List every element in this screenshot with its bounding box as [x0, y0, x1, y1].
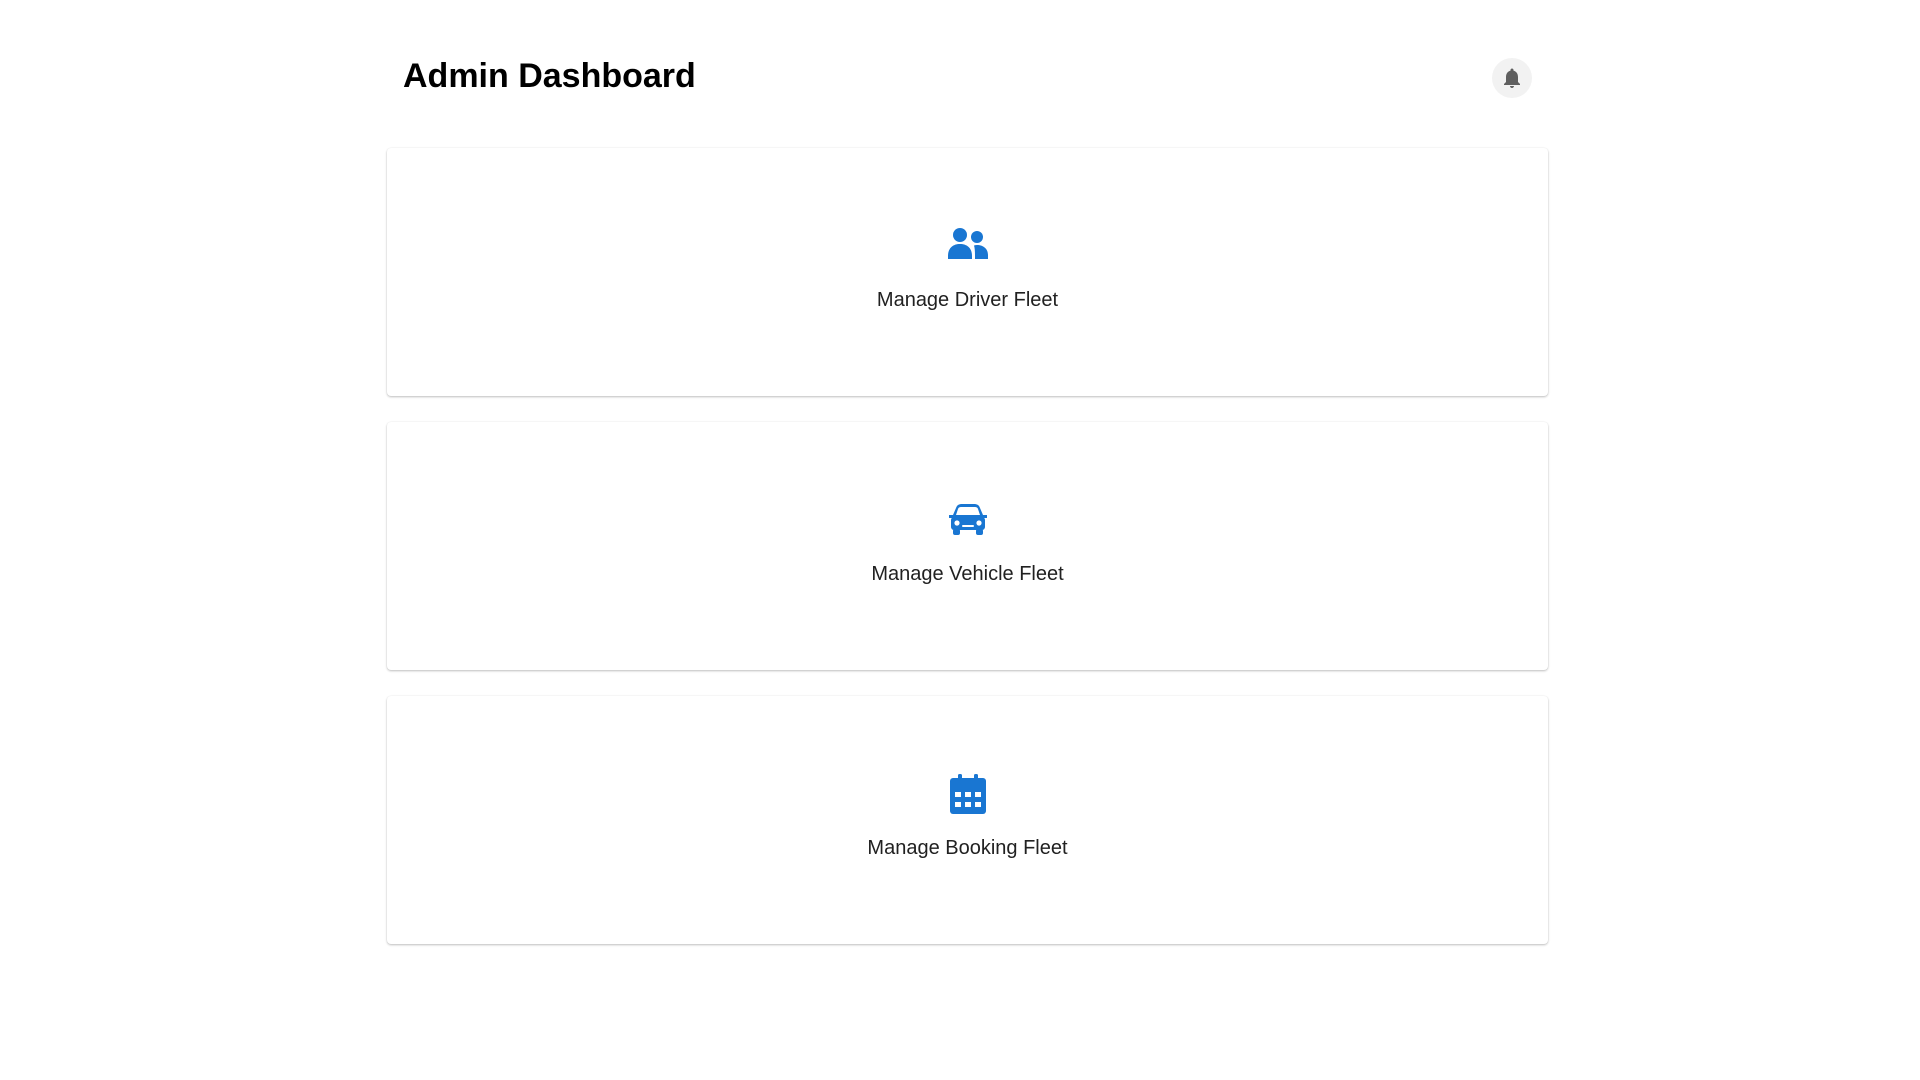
card-label: Manage Booking Fleet: [867, 837, 1068, 859]
dashboard-container: Admin Dashboard Manage Driver Fleet Mana…: [387, 0, 1548, 970]
car-icon: [946, 498, 990, 542]
card-label: Manage Vehicle Fleet: [871, 563, 1064, 585]
bell-icon: [1504, 68, 1520, 88]
manage-booking-fleet-card[interactable]: Manage Booking Fleet: [387, 696, 1548, 944]
manage-vehicle-fleet-card[interactable]: Manage Vehicle Fleet: [387, 422, 1548, 670]
manage-driver-fleet-card[interactable]: Manage Driver Fleet: [387, 148, 1548, 396]
calendar-icon: [946, 772, 990, 816]
notifications-button[interactable]: [1492, 58, 1532, 98]
header: Admin Dashboard: [387, 0, 1548, 148]
card-label: Manage Driver Fleet: [876, 289, 1059, 311]
page-title: Admin Dashboard: [403, 57, 696, 95]
people-icon: [946, 224, 990, 268]
